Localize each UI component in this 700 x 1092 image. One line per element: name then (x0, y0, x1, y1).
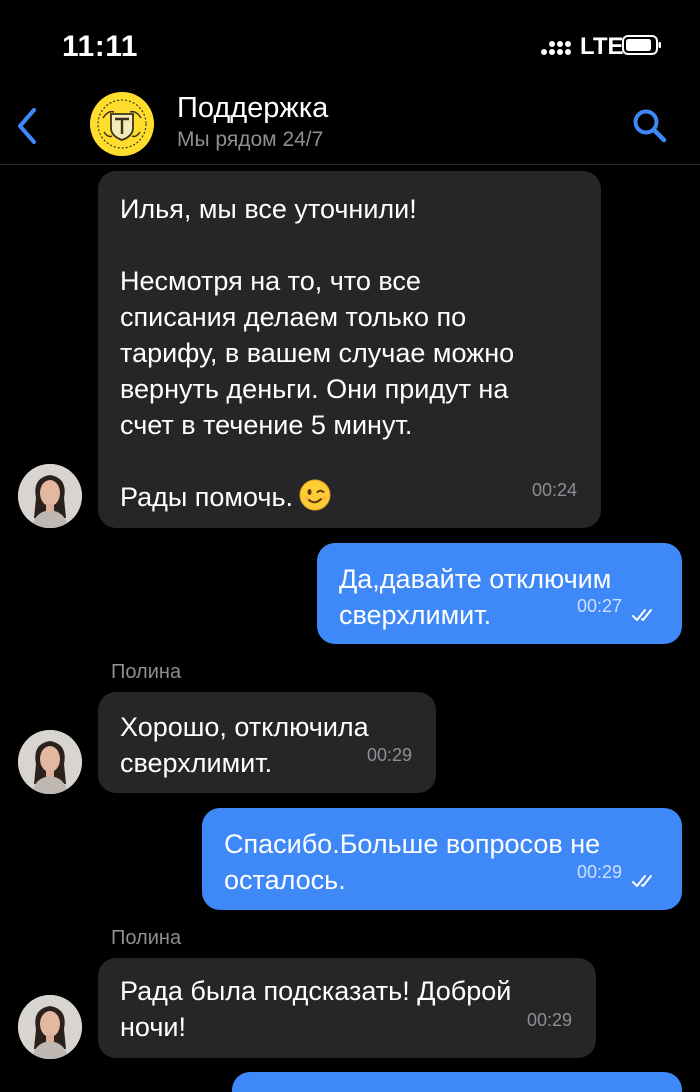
sender-name: Полина (111, 927, 182, 949)
chat-header: Поддержка Мы рядом 24/7 (0, 84, 700, 165)
chat-subtitle: Мы рядом 24/7 (177, 128, 324, 151)
signal-strength-icon (541, 41, 571, 55)
avatar[interactable] (18, 464, 82, 528)
bank-logo-avatar[interactable] (90, 92, 154, 156)
message-bubble-incoming[interactable]: Илья, мы все уточнили! Несмотря на то, ч… (98, 171, 601, 528)
avatar[interactable] (18, 730, 82, 794)
chat-title[interactable]: Поддержка (177, 92, 328, 125)
message-text: Несмотря на то, что все списания делаем … (120, 266, 515, 440)
message-time: 00:29 (576, 862, 622, 882)
message-time: 00:29 (526, 1010, 572, 1030)
network-type: LTE (580, 33, 624, 60)
bank-logo-icon (90, 92, 154, 156)
double-check-read-icon (632, 609, 652, 621)
chevron-left-icon[interactable] (14, 106, 40, 146)
winking-face-icon (299, 479, 331, 511)
double-check-read-icon (632, 875, 652, 887)
message-text: Рада была подсказать! Доброй ночи! (120, 976, 512, 1042)
message-time: 00:29 (366, 745, 412, 765)
search-icon[interactable] (630, 106, 670, 146)
person-photo-icon (18, 730, 82, 794)
message-text: Рады помочь. (120, 482, 294, 512)
status-bar: 11:11 LTE (0, 0, 700, 84)
message-time: 00:24 (531, 480, 577, 500)
message-bubble-incoming[interactable]: Рада была подсказать! Доброй ночи! 00:29 (98, 958, 596, 1058)
message-text: Илья, мы все уточнили! (120, 194, 417, 224)
sender-name: Полина (111, 661, 182, 683)
battery-icon (622, 35, 661, 55)
avatar[interactable] (18, 995, 82, 1059)
person-photo-icon (18, 995, 82, 1059)
message-time: 00:27 (576, 596, 622, 616)
person-photo-icon (18, 464, 82, 528)
message-bubble-outgoing[interactable] (232, 1072, 682, 1092)
message-bubble-outgoing[interactable]: Спасибо.Больше вопросов не осталось. 00:… (202, 808, 682, 910)
status-time: 11:11 (62, 30, 138, 63)
message-bubble-outgoing[interactable]: Да,давайте отключим сверхлимит. 00:27 (317, 543, 682, 644)
message-bubble-incoming[interactable]: Хорошо, отключила сверхлимит. 00:29 (98, 692, 436, 793)
message-text: Рады помочь. (120, 479, 579, 515)
